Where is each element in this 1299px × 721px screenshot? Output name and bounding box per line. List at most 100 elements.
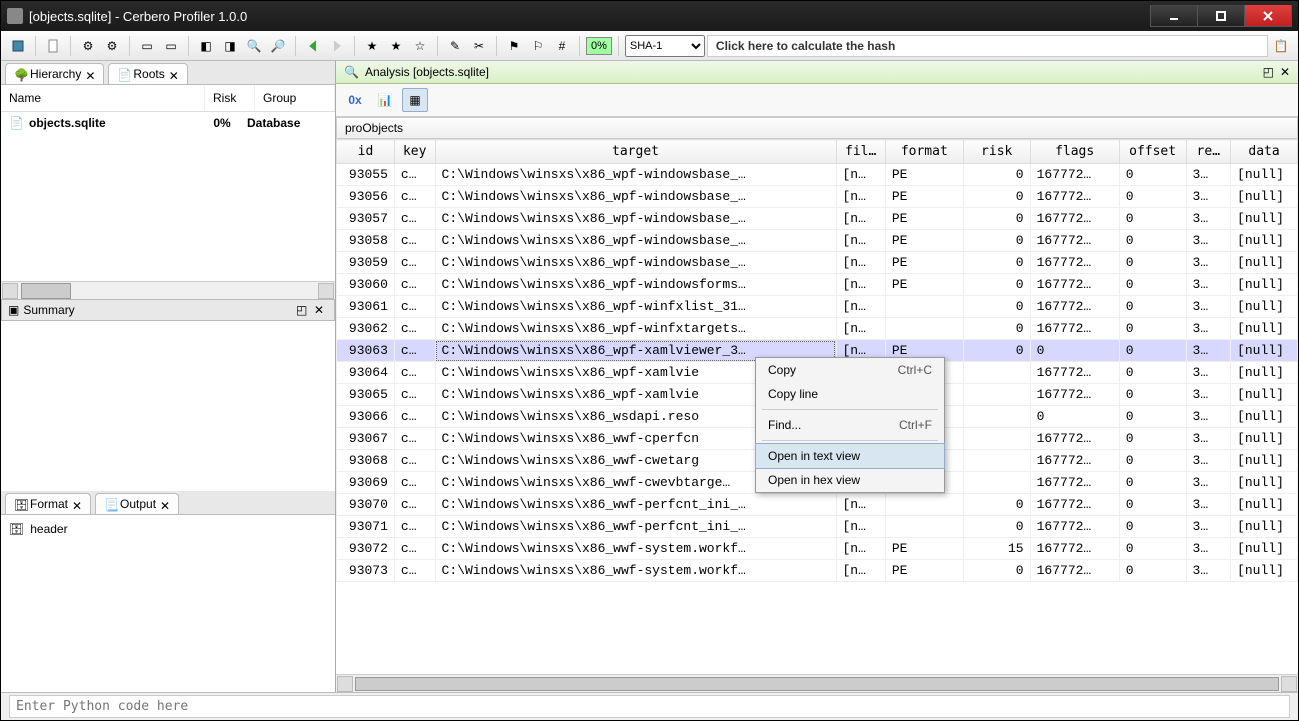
cell-re[interactable]: 3…: [1186, 428, 1231, 450]
cell-key[interactable]: c…: [394, 230, 435, 252]
cell-risk[interactable]: 0: [963, 208, 1030, 230]
minimize-button[interactable]: [1150, 5, 1198, 27]
cell-flags[interactable]: 167772…: [1030, 384, 1119, 406]
cell-key[interactable]: c…: [394, 340, 435, 362]
cell-key[interactable]: c…: [394, 164, 435, 186]
cell-flags[interactable]: 167772…: [1030, 318, 1119, 340]
gear-icon[interactable]: ⚙: [77, 35, 99, 57]
cell-target[interactable]: C:\Windows\winsxs\x86_wpf-winfxtargets…: [435, 318, 836, 340]
scroll-left-icon[interactable]: [337, 676, 353, 692]
hash-hint[interactable]: Click here to calculate the hash: [707, 35, 1268, 57]
cell-risk[interactable]: 0: [963, 164, 1030, 186]
cell-offset[interactable]: 0: [1119, 384, 1186, 406]
col-group[interactable]: Group: [255, 85, 335, 111]
cell-risk[interactable]: 0: [963, 274, 1030, 296]
ctx-copy-line[interactable]: Copy line: [756, 382, 944, 406]
titlebar[interactable]: [objects.sqlite] - Cerbero Profiler 1.0.…: [1, 1, 1298, 31]
cell-target[interactable]: C:\Windows\winsxs\x86_wpf-windowsbase_…: [435, 164, 836, 186]
cell-risk[interactable]: 0: [963, 230, 1030, 252]
cell-flags[interactable]: 167772…: [1030, 208, 1119, 230]
cell-offset[interactable]: 0: [1119, 406, 1186, 428]
cell-data[interactable]: [null]: [1231, 450, 1298, 472]
cell-id[interactable]: 93056: [337, 186, 395, 208]
cell-risk[interactable]: [963, 384, 1030, 406]
cell-id[interactable]: 93068: [337, 450, 395, 472]
cell-data[interactable]: [null]: [1231, 362, 1298, 384]
cell-data[interactable]: [null]: [1231, 340, 1298, 362]
save-dropdown-button[interactable]: [7, 35, 29, 57]
cell-offset[interactable]: 0: [1119, 428, 1186, 450]
grid-col-id[interactable]: id: [337, 140, 395, 164]
format-item[interactable]: 🗄 header: [9, 519, 327, 539]
back-button[interactable]: [302, 35, 324, 57]
cell-flags[interactable]: 167772…: [1030, 538, 1119, 560]
cell-flags[interactable]: 167772…: [1030, 274, 1119, 296]
copy-hash-button[interactable]: 📋: [1270, 35, 1292, 57]
close-icon[interactable]: ✕: [85, 69, 95, 79]
cell-id[interactable]: 93069: [337, 472, 395, 494]
cell-risk[interactable]: 15: [963, 538, 1030, 560]
cell-id[interactable]: 93063: [337, 340, 395, 362]
cell-offset[interactable]: 0: [1119, 318, 1186, 340]
cell-fil[interactable]: [n…: [836, 516, 885, 538]
cell-offset[interactable]: 0: [1119, 340, 1186, 362]
cell-key[interactable]: c…: [394, 450, 435, 472]
cell-risk[interactable]: 0: [963, 494, 1030, 516]
bookmark3-button[interactable]: ☆: [409, 35, 431, 57]
cell-re[interactable]: 3…: [1186, 252, 1231, 274]
cell-offset[interactable]: 0: [1119, 296, 1186, 318]
cell-re[interactable]: 3…: [1186, 274, 1231, 296]
grid-col-target[interactable]: target: [435, 140, 836, 164]
view1-button[interactable]: ▭: [136, 35, 158, 57]
grid-col-format[interactable]: format: [885, 140, 963, 164]
collapse-icon[interactable]: ▣: [8, 303, 19, 317]
close-icon[interactable]: ✕: [160, 499, 170, 509]
cell-target[interactable]: C:\Windows\winsxs\x86_wpf-windowsbase_…: [435, 230, 836, 252]
close-icon[interactable]: ✕: [169, 69, 179, 79]
ctx-copy[interactable]: Copy Ctrl+C: [756, 358, 944, 382]
cell-re[interactable]: 3…: [1186, 384, 1231, 406]
bookmark2-button[interactable]: ★: [385, 35, 407, 57]
cell-data[interactable]: [null]: [1231, 494, 1298, 516]
cell-data[interactable]: [null]: [1231, 472, 1298, 494]
tool2-button[interactable]: ◨: [219, 35, 241, 57]
data-grid[interactable]: idkeytargetfil…formatriskflagsoffsetre…d…: [336, 139, 1298, 674]
cell-risk[interactable]: [963, 450, 1030, 472]
maximize-button[interactable]: [1197, 5, 1245, 27]
table-row[interactable]: 93058c…C:\Windows\winsxs\x86_wpf-windows…: [337, 230, 1298, 252]
grid-col-offset[interactable]: offset: [1119, 140, 1186, 164]
close-button[interactable]: [1244, 5, 1292, 27]
forward-button[interactable]: [326, 35, 348, 57]
cell-re[interactable]: 3…: [1186, 450, 1231, 472]
cell-flags[interactable]: 167772…: [1030, 186, 1119, 208]
grid-col-key[interactable]: key: [394, 140, 435, 164]
cell-key[interactable]: c…: [394, 186, 435, 208]
cell-offset[interactable]: 0: [1119, 362, 1186, 384]
cell-risk[interactable]: 0: [963, 318, 1030, 340]
cell-risk[interactable]: [963, 428, 1030, 450]
cell-format[interactable]: PE: [885, 208, 963, 230]
cell-fil[interactable]: [n…: [836, 274, 885, 296]
cell-data[interactable]: [null]: [1231, 384, 1298, 406]
cell-id[interactable]: 93066: [337, 406, 395, 428]
cell-target[interactable]: C:\Windows\winsxs\x86_wwf-perfcnt_ini_…: [435, 516, 836, 538]
chart-view-button[interactable]: 📊: [372, 88, 398, 112]
table-row[interactable]: 93056c…C:\Windows\winsxs\x86_wpf-windows…: [337, 186, 1298, 208]
cell-offset[interactable]: 0: [1119, 494, 1186, 516]
tree-row[interactable]: 📄 objects.sqlite 0% Database: [1, 112, 335, 134]
table-row[interactable]: 93062c…C:\Windows\winsxs\x86_wpf-winfxta…: [337, 318, 1298, 340]
cell-flags[interactable]: 167772…: [1030, 450, 1119, 472]
cell-offset[interactable]: 0: [1119, 164, 1186, 186]
cell-id[interactable]: 93064: [337, 362, 395, 384]
cell-flags[interactable]: 167772…: [1030, 428, 1119, 450]
cell-id[interactable]: 93060: [337, 274, 395, 296]
cell-re[interactable]: 3…: [1186, 340, 1231, 362]
ctx-find[interactable]: Find... Ctrl+F: [756, 413, 944, 437]
edit2-button[interactable]: ✂: [468, 35, 490, 57]
grid-col-re[interactable]: re…: [1186, 140, 1231, 164]
cell-risk[interactable]: [963, 472, 1030, 494]
cell-offset[interactable]: 0: [1119, 252, 1186, 274]
flag1-button[interactable]: ⚑: [503, 35, 525, 57]
search2-icon[interactable]: 🔎: [267, 35, 289, 57]
cell-format[interactable]: PE: [885, 274, 963, 296]
